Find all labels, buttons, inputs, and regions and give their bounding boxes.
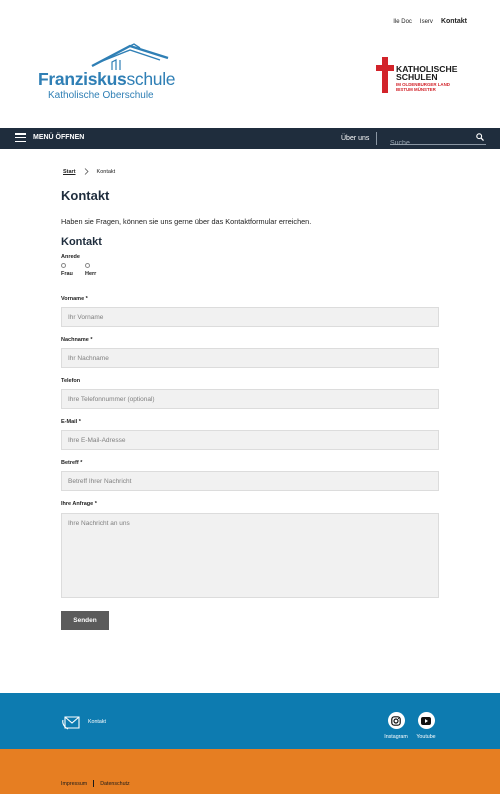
footer-divider (93, 780, 95, 787)
send-button[interactable]: Senden (61, 611, 109, 630)
betreff-label: Betreff * (61, 460, 83, 466)
topbar-link-iserv[interactable]: Iserv (420, 19, 433, 25)
impressum-link[interactable]: Impressum (61, 781, 87, 787)
breadcrumb-home[interactable]: Start (63, 169, 76, 175)
envelope-phone-icon (62, 716, 80, 730)
email-field[interactable] (61, 430, 439, 450)
logo-line-4: BISTUM MÜNSTER (396, 87, 436, 92)
footer-legal-bar: Impressum Datenschutz (0, 749, 500, 794)
menu-label: MENÜ ÖFFNEN (33, 134, 85, 141)
school-roof-logo-icon (91, 43, 169, 70)
cross-icon (376, 57, 394, 93)
katholische-schulen-logo[interactable]: KATHOLISCHE SCHULEN IM OLDENBURGER LAND … (376, 57, 466, 93)
page-title: Kontakt (61, 188, 110, 203)
chevron-right-icon (84, 168, 89, 175)
instagram-icon (391, 715, 401, 726)
footer-contact-link[interactable]: Kontakt (62, 713, 106, 731)
menu-open-button[interactable]: MENÜ ÖFFNEN (15, 133, 84, 142)
search-box (390, 132, 486, 149)
radio-frau[interactable] (61, 263, 66, 268)
youtube-icon (421, 716, 431, 725)
topbar-link-doc[interactable]: Ile Doc (393, 19, 412, 25)
instagram-label: Instagram (384, 734, 408, 740)
breadcrumb: Start Kontakt (63, 168, 115, 175)
telefon-field[interactable] (61, 389, 439, 409)
intro-text: Haben sie Fragen, können sie uns gerne ü… (61, 217, 312, 226)
school-logo[interactable]: Franziskusschule Katholische Oberschule (38, 42, 178, 102)
vorname-field[interactable] (61, 307, 439, 327)
youtube-link[interactable]: Youtube (406, 712, 446, 740)
breadcrumb-current: Kontakt (96, 168, 116, 175)
hamburger-icon (15, 133, 26, 142)
nav-separator (376, 132, 377, 145)
vorname-label: Vorname * (61, 296, 88, 302)
email-label: E-Mail * (61, 419, 81, 425)
anrede-label: Anrede (61, 254, 80, 260)
nav-link-ueber-uns[interactable]: Über uns (341, 135, 369, 142)
logo-line-2: SCHULEN (396, 72, 438, 82)
footer-contact-bar: Kontakt Instagram Youtube (0, 693, 500, 749)
youtube-label: Youtube (416, 734, 436, 740)
anfrage-label: Ihre Anfrage * (61, 501, 97, 507)
radio-herr[interactable] (85, 263, 90, 268)
form-title: Kontakt (61, 236, 102, 248)
search-input[interactable] (390, 138, 470, 149)
top-links: Ile Doc Iserv Kontakt (393, 18, 467, 25)
main-navbar: MENÜ ÖFFNEN Über uns (0, 128, 500, 149)
nachname-field[interactable] (61, 348, 439, 368)
telefon-label: Telefon (61, 378, 81, 384)
footer-legal-links: Impressum Datenschutz (61, 780, 130, 787)
school-name: Franziskusschule (38, 69, 176, 89)
nachname-label: Nachname * (61, 337, 93, 343)
school-subtitle: Katholische Oberschule (48, 90, 154, 101)
datenschutz-link[interactable]: Datenschutz (100, 781, 129, 787)
anfrage-textarea[interactable] (61, 513, 439, 598)
betreff-field[interactable] (61, 471, 439, 491)
search-icon[interactable] (476, 133, 484, 141)
radio-herr-label: Herr (85, 271, 97, 277)
topbar-link-kontakt[interactable]: Kontakt (441, 18, 467, 25)
footer-contact-label: Kontakt (88, 719, 106, 725)
radio-frau-label: Frau (61, 271, 73, 277)
